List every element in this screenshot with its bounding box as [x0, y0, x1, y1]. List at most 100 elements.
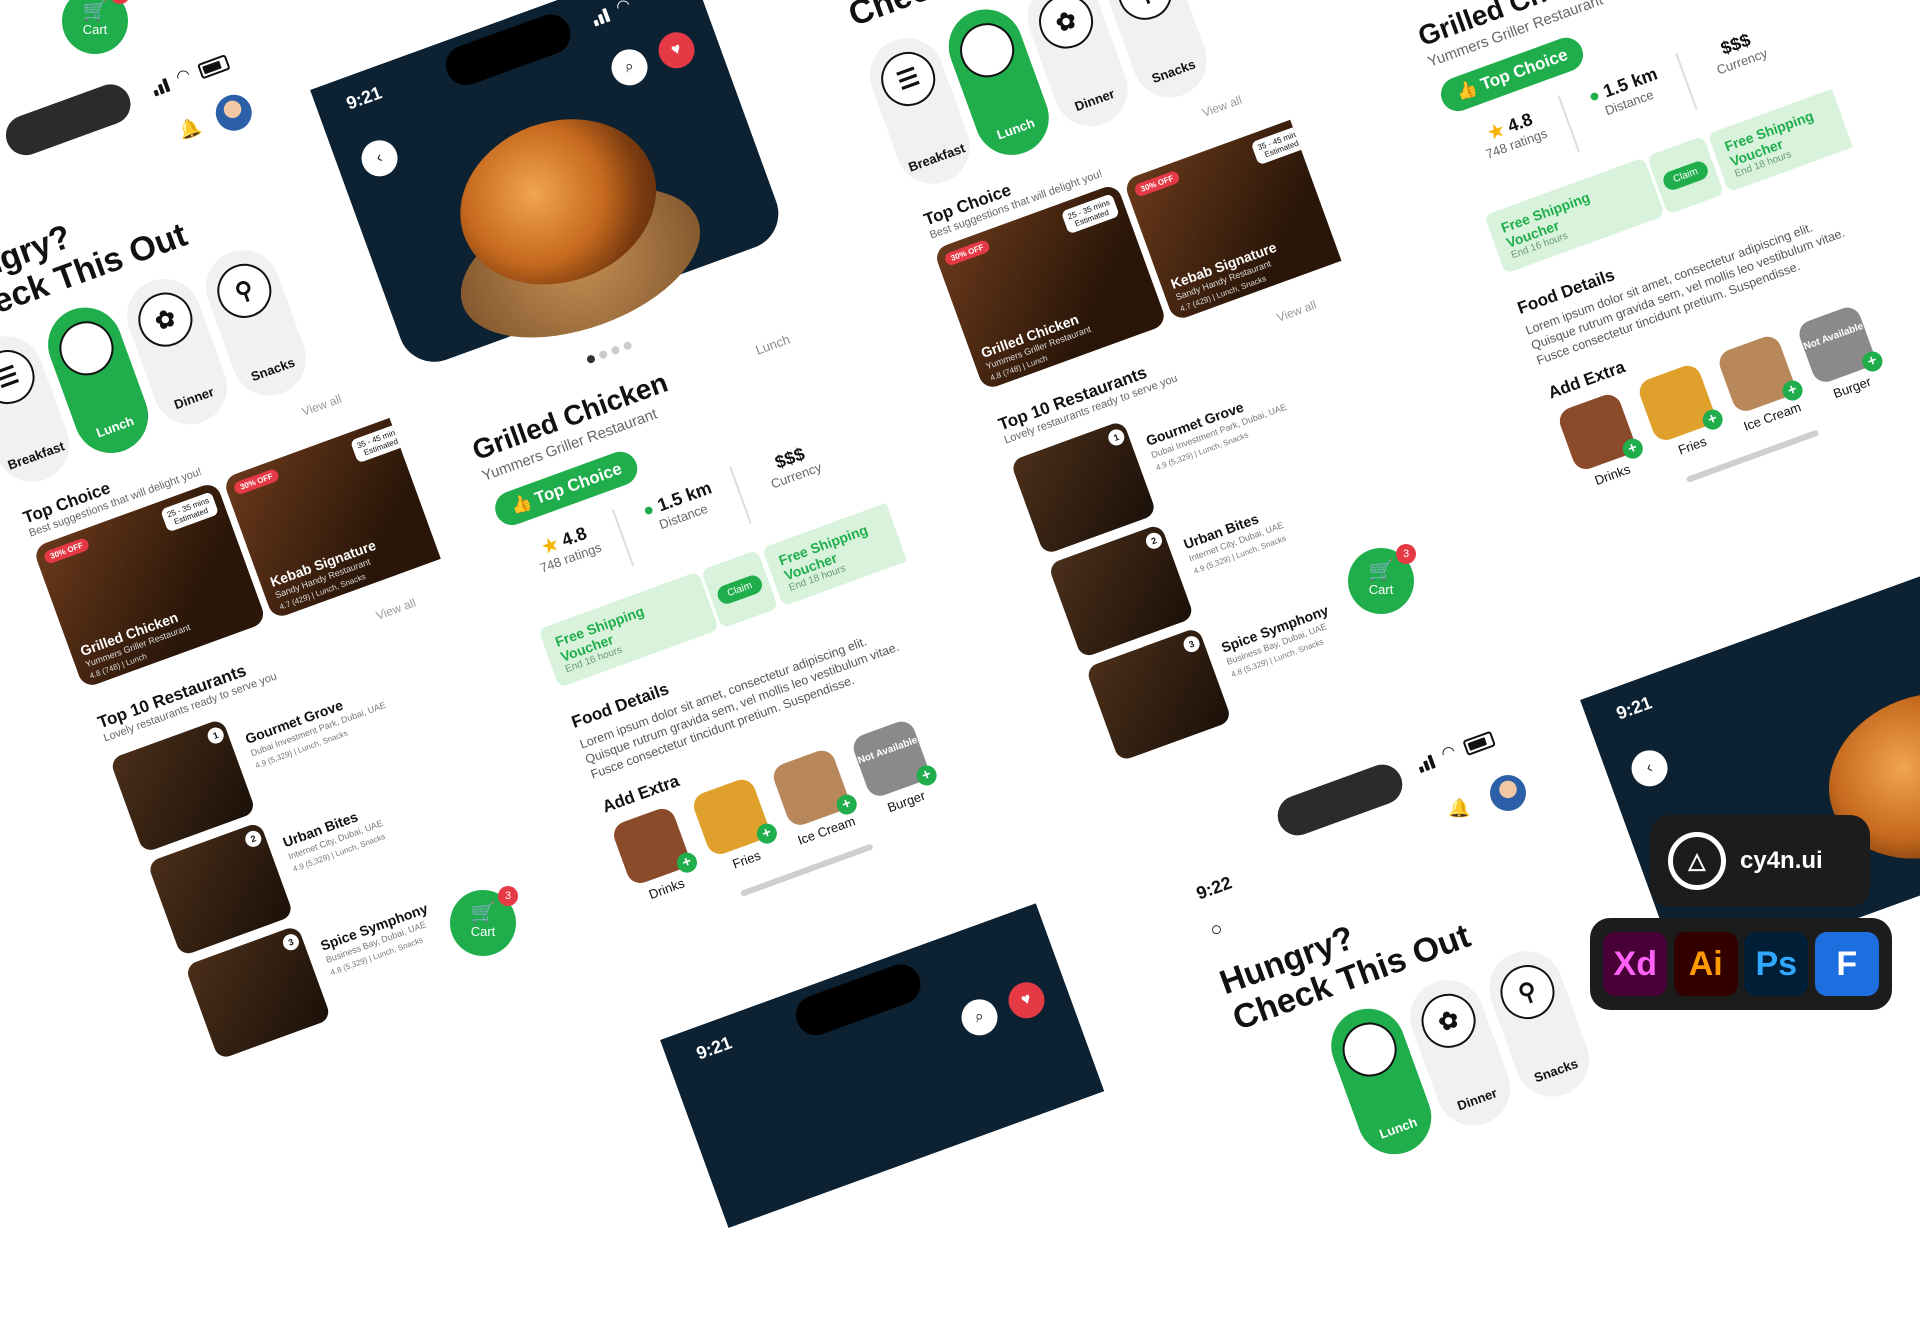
category-label: Breakfast [906, 140, 968, 175]
eta-badge: 25 - 35 mins Estimated [1060, 193, 1120, 235]
cart-label: Cart [82, 22, 108, 37]
adobe-photoshop-icon: Ps [1744, 932, 1809, 996]
food-card[interactable]: 30% OFF 35 - 45 mins Estimated Kebab Sign… [222, 412, 457, 620]
plate-icon: ◎ [1335, 1014, 1405, 1085]
image-carousel-dots[interactable] [585, 340, 633, 365]
add-icon[interactable]: + [1779, 377, 1806, 404]
rating-stat: ★ 4.8 748 ratings [519, 515, 616, 580]
discount-badge: 30% OFF [943, 238, 992, 267]
dynamic-island [0, 78, 137, 161]
plate-icon: ◎ [51, 313, 122, 383]
distance-stat: ● 1.5 km Distance [627, 473, 733, 541]
category-label: Snacks [1149, 56, 1198, 87]
fries-icon: + [689, 775, 780, 858]
search-icon[interactable]: ○ [1207, 917, 1226, 943]
category-label: Lunch [94, 413, 136, 441]
snack-icon: ⚲ [1110, 0, 1180, 28]
eta-badge: 35 - 45 mins Estimated [349, 422, 409, 464]
add-icon[interactable]: + [674, 849, 700, 876]
avatar[interactable] [210, 89, 257, 136]
cart-label: Cart [470, 924, 496, 939]
framer-icon: F [1814, 932, 1879, 996]
voucher-card: Free Shipping Voucher End 18 hours [1707, 75, 1889, 193]
adobe-xd-icon: Xd [1603, 932, 1668, 996]
add-icon[interactable]: + [913, 762, 940, 789]
category-label: Dinner [172, 383, 216, 413]
search-icon: ⌕ [622, 57, 637, 77]
pancake-icon: ☰ [873, 44, 943, 114]
category-label: Lunch [994, 115, 1037, 143]
snack-icon: ⚲ [1492, 957, 1563, 1027]
category-label: Snacks [1532, 1055, 1581, 1086]
category-label: Dinner [1455, 1085, 1500, 1114]
avatar[interactable] [1490, 775, 1526, 811]
dinner-icon: ✿ [130, 284, 201, 355]
chevron-left-icon: ‹ [373, 148, 385, 167]
signal-icon [151, 77, 171, 97]
cart-button[interactable]: 🛒 Cart 3 [62, 0, 130, 54]
add-icon[interactable]: + [833, 791, 860, 818]
meal-tag: Lunch [753, 331, 792, 358]
extra-label: Fries [730, 847, 763, 872]
discount-badge: 30% OFF [1133, 169, 1182, 198]
badge-label: Top Choice [532, 458, 625, 509]
distance-stat: ● 1.5 km Distance [1572, 59, 1678, 127]
wifi-icon: ◠ [173, 65, 193, 87]
notification-bell-icon[interactable]: 🔔 [1448, 798, 1470, 819]
category-label: Dinner [1072, 85, 1117, 115]
rating-stat: ★ 4.8 748 ratings [1464, 101, 1561, 166]
add-icon[interactable]: + [1619, 435, 1646, 462]
extra-item-burger[interactable]: Not Available + Burger [849, 717, 940, 820]
dinner-icon: ✿ [1031, 0, 1101, 57]
cart-button[interactable]: 🛒 Cart 3 [450, 886, 518, 956]
heart-icon: ♥ [1018, 990, 1034, 1010]
cy4n-logo-icon: △ [1668, 832, 1726, 890]
price-stat: $$$ Currency [1690, 19, 1787, 84]
extra-item-burger[interactable]: Not Available + Burger [1795, 303, 1886, 406]
battery-icon [196, 54, 231, 80]
voucher-card: Free Shipping Voucher End 16 hours [1484, 157, 1666, 274]
fries-icon: + [1635, 361, 1726, 444]
status-time: 9:22 [1193, 872, 1235, 904]
cart-count-badge: 3 [1396, 544, 1416, 564]
cart-label: Cart [1368, 582, 1394, 597]
plate-icon: ◎ [952, 15, 1022, 85]
view-all-link[interactable]: View all [374, 596, 417, 623]
category-label: Snacks [248, 354, 297, 385]
eta-badge: 35 - 45 mins Estimated [1250, 124, 1310, 166]
add-icon[interactable]: + [754, 820, 780, 847]
cart-button[interactable]: 🛒 Cart 3 [1348, 544, 1416, 614]
view-all-link[interactable]: View all [1200, 93, 1243, 120]
extra-item-drinks[interactable]: + Drinks [610, 804, 700, 907]
extra-item-fries[interactable]: + Fries [689, 775, 780, 878]
design-tools-badge: Xd Ai Ps F [1590, 918, 1892, 1010]
adobe-illustrator-icon: Ai [1673, 932, 1738, 996]
extra-item-ice-cream[interactable]: + Ice Cream [1715, 332, 1806, 435]
dinner-icon: ✿ [1413, 986, 1484, 1056]
claim-label: Claim [1660, 158, 1711, 192]
extra-label: Fries [1676, 433, 1709, 458]
extra-item-drinks[interactable]: + Drinks [1555, 390, 1646, 493]
snack-icon: ⚲ [209, 256, 279, 326]
pancake-icon: ☰ [0, 342, 43, 412]
search-icon: ⌕ [972, 1007, 987, 1027]
view-all-link[interactable]: View all [1275, 298, 1318, 325]
status-bar-icons: ◠ [149, 50, 231, 97]
eta-badge: 25 - 35 mins Estimated [160, 491, 220, 533]
not-available-label: Not Available [1802, 320, 1865, 353]
view-all-link[interactable]: View all [300, 392, 343, 419]
not-available-label: Not Available [856, 734, 920, 767]
add-icon[interactable]: + [1859, 348, 1886, 375]
brand-name: cy4n.ui [1740, 847, 1823, 874]
notification-bell-icon[interactable]: 🔔 [176, 116, 204, 143]
voucher-card: Free Shipping Voucher End 16 hours [538, 571, 720, 688]
extra-item-ice-cream[interactable]: + Ice Cream [769, 746, 860, 849]
food-card[interactable]: 30% OFF 35 - 45 mins Estimated Kebab Sign… [1122, 113, 1358, 322]
chevron-left-icon: ‹ [1643, 758, 1655, 777]
category-label: Lunch [1377, 1114, 1420, 1142]
category-label: Breakfast [5, 438, 67, 473]
brand-badge: △ cy4n.ui [1650, 815, 1870, 907]
add-icon[interactable]: + [1699, 406, 1726, 433]
extra-item-fries[interactable]: + Fries [1635, 361, 1726, 464]
badge-label: Top Choice [1477, 44, 1571, 95]
